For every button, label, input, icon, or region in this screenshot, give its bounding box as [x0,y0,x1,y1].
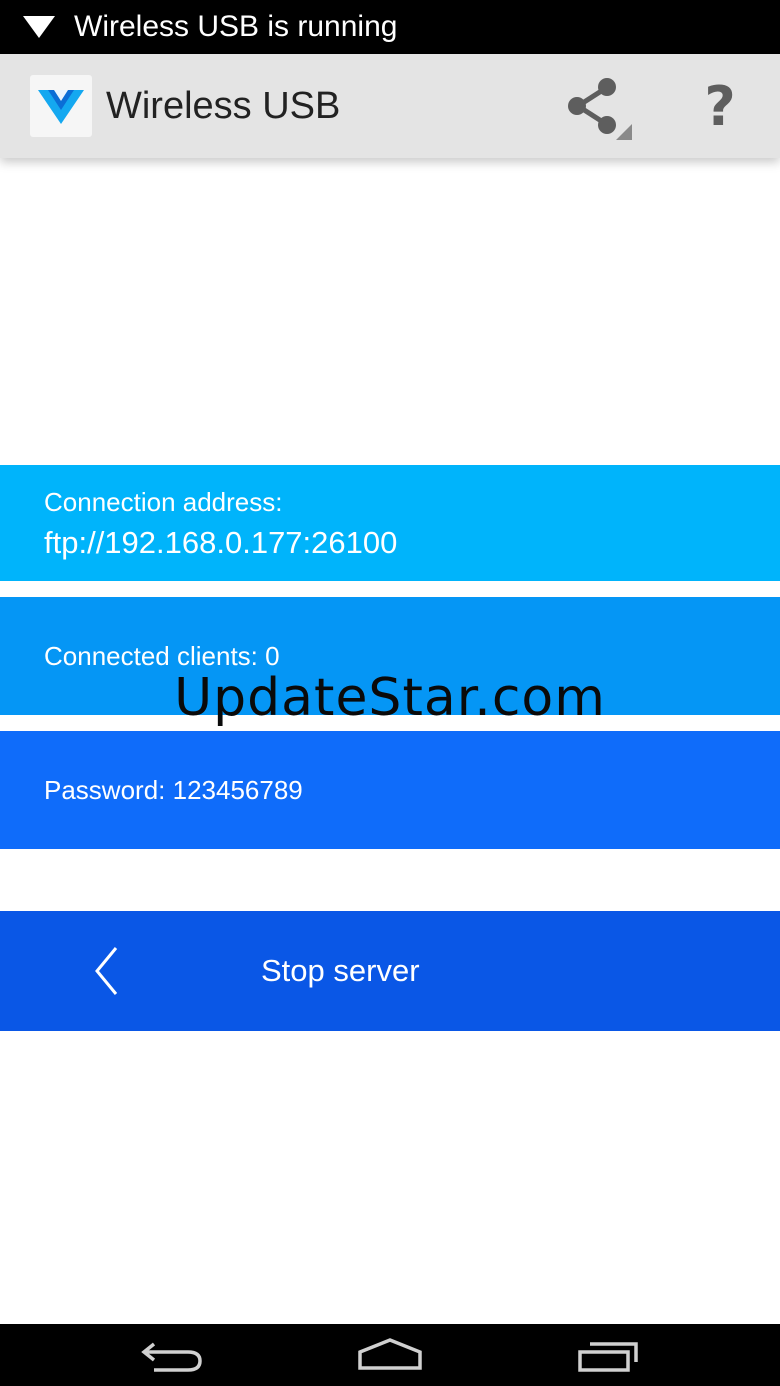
wireless-usb-logo-icon [30,75,92,137]
connected-clients-panel: Connected clients: 0 [0,597,780,715]
password-panel: Password: 123456789 [0,731,780,849]
stop-server-button[interactable]: Stop server [0,911,780,1031]
connection-address-value: ftp://192.168.0.177:26100 [44,525,398,560]
password-label: Password: 123456789 [44,775,303,805]
nav-home-button[interactable] [356,1334,424,1376]
status-bar: Wireless USB is running [0,0,780,54]
connection-address-panel: Connection address: ftp://192.168.0.177:… [0,465,780,581]
share-button[interactable] [562,76,638,142]
connection-address-label: Connection address: [44,487,283,517]
stop-server-label: Stop server [261,953,420,988]
home-icon [358,1338,422,1370]
wifi-triangle-icon [22,14,56,40]
app-title: Wireless USB [106,84,341,127]
action-bar: Wireless USB ? [0,54,780,158]
help-button[interactable]: ? [690,72,750,142]
status-text: Wireless USB is running [74,10,398,43]
chevron-left-icon [95,947,118,995]
recent-apps-icon [578,1342,638,1372]
nav-recents-button[interactable] [576,1334,642,1376]
navigation-bar [0,1324,780,1386]
share-icon [568,78,632,140]
nav-back-button[interactable] [140,1334,206,1376]
connected-clients-label: Connected clients: 0 [44,641,280,671]
back-arrow-icon [141,1342,202,1372]
